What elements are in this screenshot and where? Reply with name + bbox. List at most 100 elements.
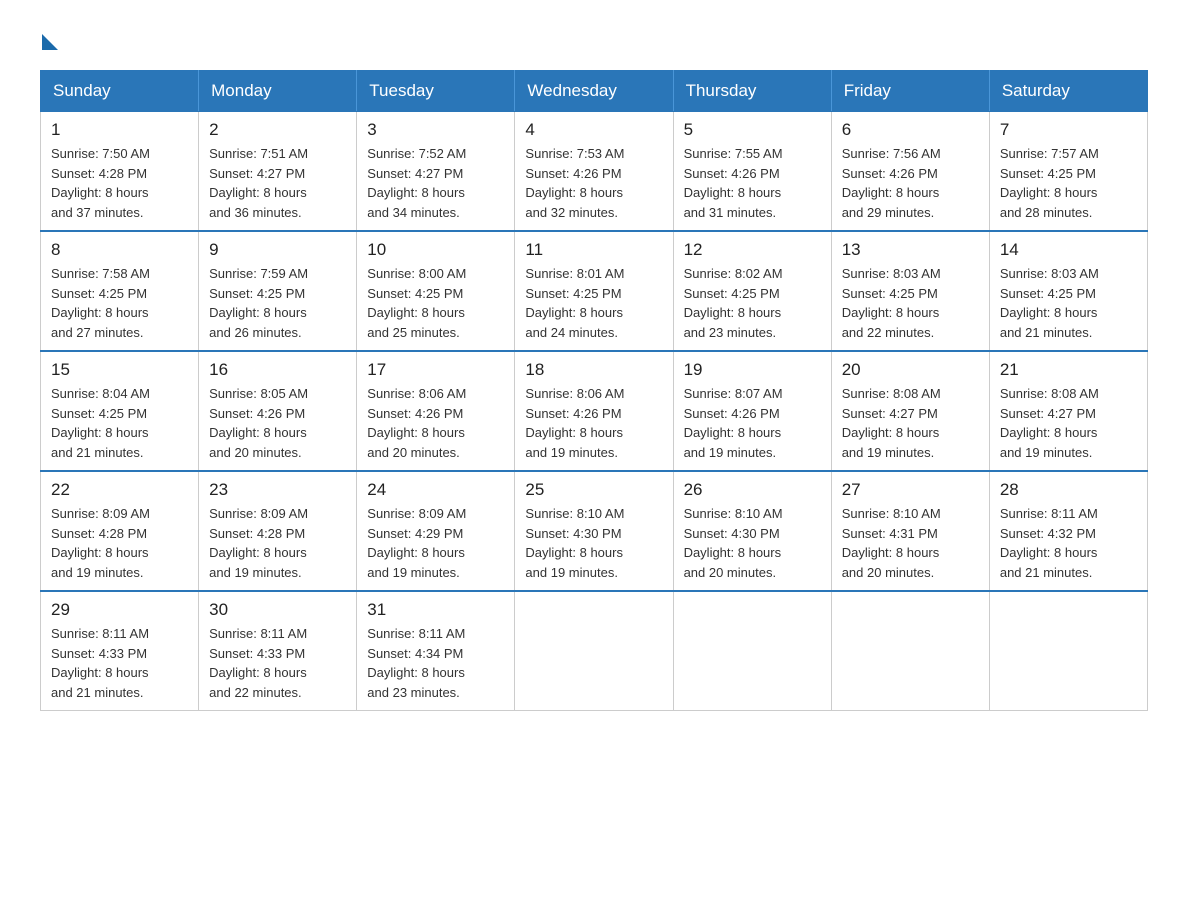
calendar-day-cell: 11 Sunrise: 8:01 AMSunset: 4:25 PMDaylig… — [515, 231, 673, 351]
day-info: Sunrise: 7:57 AMSunset: 4:25 PMDaylight:… — [1000, 144, 1137, 222]
logo-arrow-icon — [42, 34, 58, 50]
calendar-week-row: 8 Sunrise: 7:58 AMSunset: 4:25 PMDayligh… — [41, 231, 1148, 351]
day-info: Sunrise: 7:55 AMSunset: 4:26 PMDaylight:… — [684, 144, 821, 222]
day-info: Sunrise: 8:11 AMSunset: 4:32 PMDaylight:… — [1000, 504, 1137, 582]
day-info: Sunrise: 7:53 AMSunset: 4:26 PMDaylight:… — [525, 144, 662, 222]
day-number: 15 — [51, 360, 188, 380]
day-number: 25 — [525, 480, 662, 500]
day-info: Sunrise: 8:01 AMSunset: 4:25 PMDaylight:… — [525, 264, 662, 342]
calendar-week-row: 22 Sunrise: 8:09 AMSunset: 4:28 PMDaylig… — [41, 471, 1148, 591]
calendar-day-cell: 9 Sunrise: 7:59 AMSunset: 4:25 PMDayligh… — [199, 231, 357, 351]
calendar-header-tuesday: Tuesday — [357, 71, 515, 112]
day-info: Sunrise: 7:58 AMSunset: 4:25 PMDaylight:… — [51, 264, 188, 342]
calendar-day-cell: 25 Sunrise: 8:10 AMSunset: 4:30 PMDaylig… — [515, 471, 673, 591]
logo — [40, 30, 58, 50]
day-number: 1 — [51, 120, 188, 140]
day-number: 23 — [209, 480, 346, 500]
day-number: 28 — [1000, 480, 1137, 500]
day-number: 21 — [1000, 360, 1137, 380]
day-info: Sunrise: 8:11 AMSunset: 4:34 PMDaylight:… — [367, 624, 504, 702]
calendar-day-cell — [515, 591, 673, 711]
day-info: Sunrise: 7:52 AMSunset: 4:27 PMDaylight:… — [367, 144, 504, 222]
calendar-table: SundayMondayTuesdayWednesdayThursdayFrid… — [40, 70, 1148, 711]
calendar-day-cell: 20 Sunrise: 8:08 AMSunset: 4:27 PMDaylig… — [831, 351, 989, 471]
calendar-day-cell: 24 Sunrise: 8:09 AMSunset: 4:29 PMDaylig… — [357, 471, 515, 591]
calendar-header-thursday: Thursday — [673, 71, 831, 112]
day-info: Sunrise: 8:10 AMSunset: 4:30 PMDaylight:… — [525, 504, 662, 582]
calendar-day-cell: 1 Sunrise: 7:50 AMSunset: 4:28 PMDayligh… — [41, 112, 199, 232]
day-number: 3 — [367, 120, 504, 140]
day-number: 18 — [525, 360, 662, 380]
calendar-day-cell — [989, 591, 1147, 711]
day-number: 10 — [367, 240, 504, 260]
calendar-day-cell: 18 Sunrise: 8:06 AMSunset: 4:26 PMDaylig… — [515, 351, 673, 471]
day-info: Sunrise: 7:51 AMSunset: 4:27 PMDaylight:… — [209, 144, 346, 222]
day-number: 24 — [367, 480, 504, 500]
calendar-day-cell — [831, 591, 989, 711]
calendar-day-cell — [673, 591, 831, 711]
day-info: Sunrise: 8:09 AMSunset: 4:29 PMDaylight:… — [367, 504, 504, 582]
calendar-day-cell: 13 Sunrise: 8:03 AMSunset: 4:25 PMDaylig… — [831, 231, 989, 351]
calendar-day-cell: 26 Sunrise: 8:10 AMSunset: 4:30 PMDaylig… — [673, 471, 831, 591]
day-number: 9 — [209, 240, 346, 260]
calendar-day-cell: 17 Sunrise: 8:06 AMSunset: 4:26 PMDaylig… — [357, 351, 515, 471]
calendar-day-cell: 23 Sunrise: 8:09 AMSunset: 4:28 PMDaylig… — [199, 471, 357, 591]
day-number: 22 — [51, 480, 188, 500]
calendar-day-cell: 5 Sunrise: 7:55 AMSunset: 4:26 PMDayligh… — [673, 112, 831, 232]
day-number: 26 — [684, 480, 821, 500]
calendar-day-cell: 19 Sunrise: 8:07 AMSunset: 4:26 PMDaylig… — [673, 351, 831, 471]
calendar-day-cell: 15 Sunrise: 8:04 AMSunset: 4:25 PMDaylig… — [41, 351, 199, 471]
day-info: Sunrise: 8:00 AMSunset: 4:25 PMDaylight:… — [367, 264, 504, 342]
calendar-day-cell: 30 Sunrise: 8:11 AMSunset: 4:33 PMDaylig… — [199, 591, 357, 711]
calendar-day-cell: 31 Sunrise: 8:11 AMSunset: 4:34 PMDaylig… — [357, 591, 515, 711]
day-number: 8 — [51, 240, 188, 260]
day-info: Sunrise: 8:10 AMSunset: 4:30 PMDaylight:… — [684, 504, 821, 582]
day-number: 13 — [842, 240, 979, 260]
calendar-day-cell: 8 Sunrise: 7:58 AMSunset: 4:25 PMDayligh… — [41, 231, 199, 351]
day-info: Sunrise: 8:06 AMSunset: 4:26 PMDaylight:… — [525, 384, 662, 462]
day-number: 20 — [842, 360, 979, 380]
calendar-week-row: 1 Sunrise: 7:50 AMSunset: 4:28 PMDayligh… — [41, 112, 1148, 232]
day-number: 16 — [209, 360, 346, 380]
day-number: 27 — [842, 480, 979, 500]
day-number: 29 — [51, 600, 188, 620]
calendar-day-cell: 21 Sunrise: 8:08 AMSunset: 4:27 PMDaylig… — [989, 351, 1147, 471]
day-info: Sunrise: 8:09 AMSunset: 4:28 PMDaylight:… — [209, 504, 346, 582]
calendar-header-monday: Monday — [199, 71, 357, 112]
day-info: Sunrise: 8:06 AMSunset: 4:26 PMDaylight:… — [367, 384, 504, 462]
calendar-day-cell: 28 Sunrise: 8:11 AMSunset: 4:32 PMDaylig… — [989, 471, 1147, 591]
calendar-day-cell: 3 Sunrise: 7:52 AMSunset: 4:27 PMDayligh… — [357, 112, 515, 232]
calendar-day-cell: 7 Sunrise: 7:57 AMSunset: 4:25 PMDayligh… — [989, 112, 1147, 232]
day-info: Sunrise: 8:07 AMSunset: 4:26 PMDaylight:… — [684, 384, 821, 462]
day-info: Sunrise: 8:09 AMSunset: 4:28 PMDaylight:… — [51, 504, 188, 582]
day-info: Sunrise: 7:56 AMSunset: 4:26 PMDaylight:… — [842, 144, 979, 222]
calendar-header-row: SundayMondayTuesdayWednesdayThursdayFrid… — [41, 71, 1148, 112]
day-number: 30 — [209, 600, 346, 620]
calendar-day-cell: 16 Sunrise: 8:05 AMSunset: 4:26 PMDaylig… — [199, 351, 357, 471]
day-info: Sunrise: 8:11 AMSunset: 4:33 PMDaylight:… — [209, 624, 346, 702]
calendar-day-cell: 10 Sunrise: 8:00 AMSunset: 4:25 PMDaylig… — [357, 231, 515, 351]
day-number: 11 — [525, 240, 662, 260]
day-info: Sunrise: 8:03 AMSunset: 4:25 PMDaylight:… — [1000, 264, 1137, 342]
calendar-header-saturday: Saturday — [989, 71, 1147, 112]
calendar-day-cell: 12 Sunrise: 8:02 AMSunset: 4:25 PMDaylig… — [673, 231, 831, 351]
calendar-week-row: 15 Sunrise: 8:04 AMSunset: 4:25 PMDaylig… — [41, 351, 1148, 471]
calendar-day-cell: 4 Sunrise: 7:53 AMSunset: 4:26 PMDayligh… — [515, 112, 673, 232]
calendar-header-sunday: Sunday — [41, 71, 199, 112]
calendar-day-cell: 22 Sunrise: 8:09 AMSunset: 4:28 PMDaylig… — [41, 471, 199, 591]
day-number: 19 — [684, 360, 821, 380]
day-number: 2 — [209, 120, 346, 140]
day-number: 12 — [684, 240, 821, 260]
day-info: Sunrise: 8:05 AMSunset: 4:26 PMDaylight:… — [209, 384, 346, 462]
day-number: 4 — [525, 120, 662, 140]
day-info: Sunrise: 8:08 AMSunset: 4:27 PMDaylight:… — [842, 384, 979, 462]
day-info: Sunrise: 8:04 AMSunset: 4:25 PMDaylight:… — [51, 384, 188, 462]
calendar-week-row: 29 Sunrise: 8:11 AMSunset: 4:33 PMDaylig… — [41, 591, 1148, 711]
calendar-header-friday: Friday — [831, 71, 989, 112]
day-info: Sunrise: 8:02 AMSunset: 4:25 PMDaylight:… — [684, 264, 821, 342]
day-number: 6 — [842, 120, 979, 140]
calendar-day-cell: 27 Sunrise: 8:10 AMSunset: 4:31 PMDaylig… — [831, 471, 989, 591]
day-info: Sunrise: 8:10 AMSunset: 4:31 PMDaylight:… — [842, 504, 979, 582]
day-number: 31 — [367, 600, 504, 620]
day-info: Sunrise: 8:11 AMSunset: 4:33 PMDaylight:… — [51, 624, 188, 702]
